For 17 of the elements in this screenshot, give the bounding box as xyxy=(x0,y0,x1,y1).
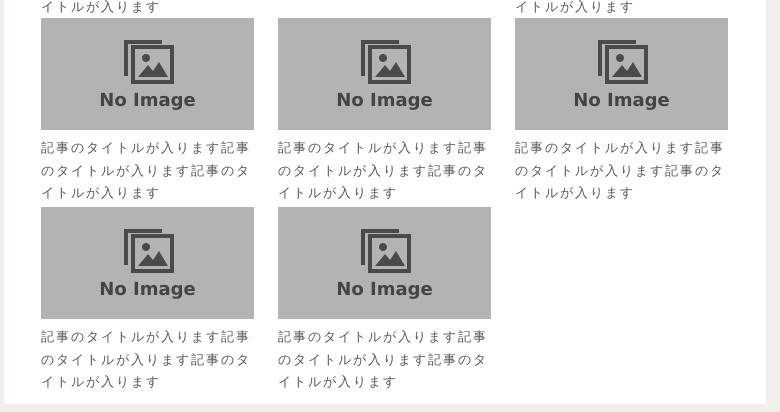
image-stack-icon xyxy=(596,38,648,84)
no-image-placeholder[interactable]: No Image xyxy=(278,18,491,130)
image-stack-icon xyxy=(358,226,410,272)
article-title[interactable]: イトルが入ります xyxy=(41,0,254,16)
no-image-placeholder[interactable]: No Image xyxy=(515,18,728,130)
article-title[interactable]: 記事のタイトルが入ります記事のタイトルが入ります記事のタイトルが入ります xyxy=(515,130,728,207)
article-title[interactable]: 記事のタイトルが入ります記事のタイトルが入ります記事のタイトルが入ります xyxy=(278,319,491,396)
no-image-placeholder[interactable]: No Image xyxy=(41,207,254,319)
article-title[interactable]: 記事のタイトルが入ります記事のタイトルが入ります記事のタイトルが入ります xyxy=(278,130,491,207)
article-title[interactable]: 記事のタイトルが入ります記事のタイトルが入ります記事のタイトルが入ります xyxy=(41,319,254,396)
image-stack-icon xyxy=(122,226,174,272)
no-image-placeholder[interactable]: No Image xyxy=(278,207,491,319)
article-title[interactable]: 記事のタイトルが入ります記事のタイトルが入ります記事のタイトルが入ります xyxy=(41,130,254,207)
article-title[interactable]: イトルが入ります xyxy=(515,0,728,16)
image-stack-icon xyxy=(122,38,174,84)
no-image-placeholder[interactable]: No Image xyxy=(41,18,254,130)
image-stack-icon xyxy=(358,38,410,84)
